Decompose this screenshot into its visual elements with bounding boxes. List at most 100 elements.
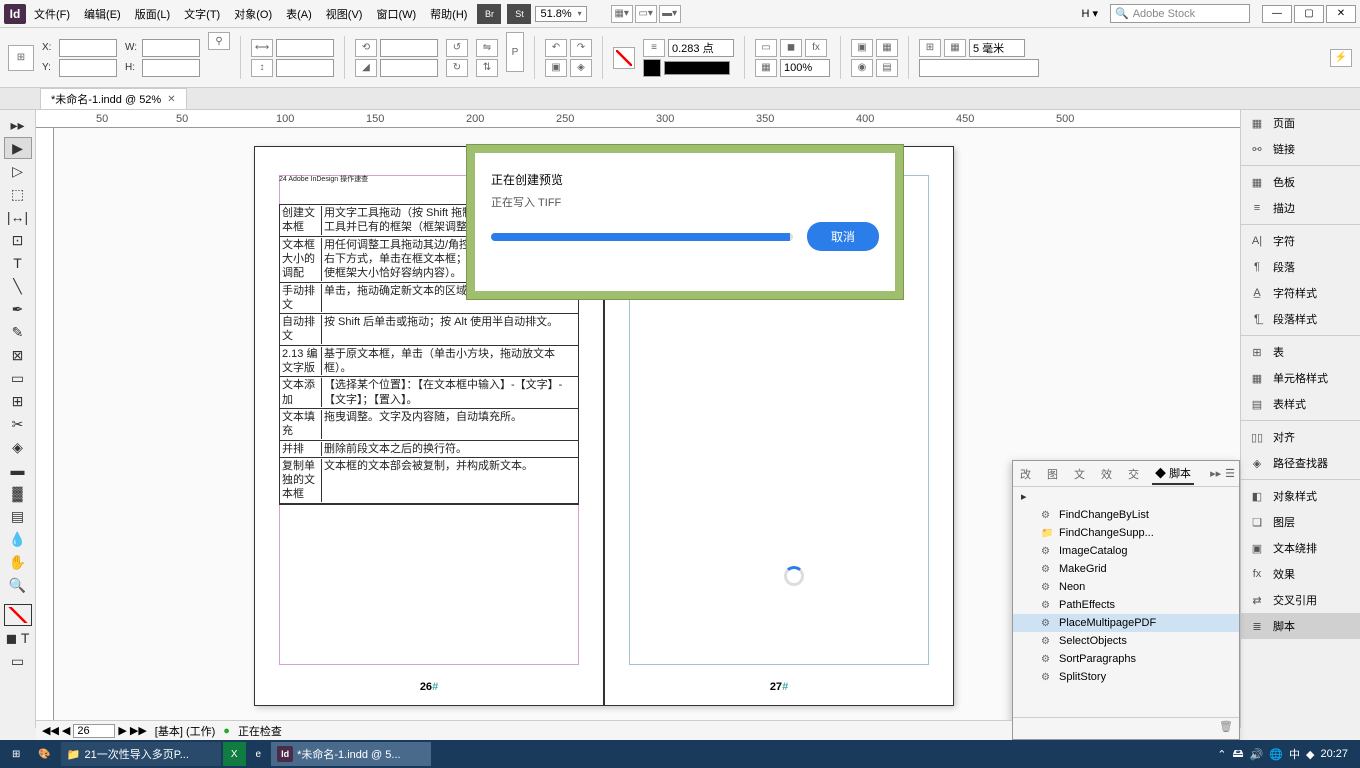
undo-icon[interactable]: ↶ [545,39,567,57]
dock-char-style[interactable]: A̲字符样式 [1241,280,1360,306]
dock-pages[interactable]: ▦页面 [1241,110,1360,136]
dock-xref[interactable]: ⇄交叉引用 [1241,587,1360,613]
constrain-icon[interactable]: ⚲ [208,32,230,50]
stroke-color-icon[interactable] [643,59,661,77]
menu-window[interactable]: 窗口(W) [370,3,422,25]
menu-file[interactable]: 文件(F) [28,3,76,25]
direct-selection-tool[interactable]: ▷ [4,160,32,182]
view-options-icon[interactable]: ▦▾ [611,5,633,23]
dock-scripts[interactable]: ≣脚本 [1241,613,1360,639]
shear-input[interactable] [380,59,438,77]
drop-shadow-icon[interactable]: ◼ [780,39,802,57]
menu-help[interactable]: 帮助(H) [424,3,473,25]
start-button[interactable]: ⊞ [4,742,28,766]
pen-tool[interactable]: ✒ [4,298,32,320]
page-back-icon[interactable]: ◀ [62,724,70,737]
script-item-selected[interactable]: ⚙PlaceMultipagePDF [1013,614,1239,632]
dock-para-style[interactable]: ¶̲段落样式 [1241,306,1360,332]
close-button[interactable]: ✕ [1326,5,1356,23]
object-style-select[interactable] [919,59,1039,77]
gradient-swatch-tool[interactable]: ▬ [4,459,32,481]
scissors-tool[interactable]: ✂ [4,413,32,435]
menu-object[interactable]: 对象(O) [228,3,278,25]
flip-h-icon[interactable]: ⇋ [476,39,498,57]
zoom-level[interactable]: 51.8% [535,6,586,22]
tray-volume-icon[interactable]: 🔊 [1250,748,1264,761]
scale-y-icon[interactable]: ↕ [251,59,273,77]
grid-tool[interactable]: ⊞ [4,390,32,412]
dock-cell-style[interactable]: ▦单元格样式 [1241,365,1360,391]
taskbar-app-indesign[interactable]: Id*未命名-1.indd @ 5... [271,742,431,766]
grid-frame-icon[interactable]: ⊞ [919,39,941,57]
stroke-style-select[interactable] [664,61,730,75]
vertical-ruler[interactable] [36,128,54,728]
redo-icon[interactable]: ↷ [570,39,592,57]
script-item[interactable]: ⚙SplitStory [1013,668,1239,686]
shear-icon[interactable]: ◢ [355,59,377,77]
x-input[interactable] [59,39,117,57]
script-item[interactable]: ⚙MakeGrid [1013,560,1239,578]
fill-icon[interactable] [613,47,635,69]
maximize-button[interactable]: ▢ [1294,5,1324,23]
taskbar-ie-icon[interactable]: e [248,742,270,766]
panel-tab-1[interactable]: 改 [1017,464,1034,484]
panel-tab-2[interactable]: 图 [1044,464,1061,484]
tray-ime-icon[interactable]: 中 [1289,746,1300,762]
cancel-button[interactable]: 取消 [807,222,879,251]
bridge-icon[interactable]: Br [477,4,501,24]
text-wrap-jump-icon[interactable]: ▤ [876,59,898,77]
tray-hdd-icon[interactable]: 🖴 [1232,745,1243,764]
dock-character[interactable]: A|字符 [1241,228,1360,254]
panel-tab-5[interactable]: 交 [1125,464,1142,484]
workspace-status[interactable]: [基本] (工作) [155,723,216,739]
script-item[interactable]: ⚙SelectObjects [1013,632,1239,650]
stroke-weight-input[interactable] [668,39,734,57]
document-tab[interactable]: *未命名-1.indd @ 52% ✕ [40,88,187,109]
rotate-ccw-icon[interactable]: ↺ [446,39,468,57]
gradient-feather-tool[interactable]: ▓ [4,482,32,504]
effects-icon[interactable]: ▭ [755,39,777,57]
screen-mode-icon[interactable]: ▭▾ [635,5,657,23]
zoom-tool[interactable]: 🔍 [4,574,32,596]
opacity-input[interactable] [780,59,830,77]
script-folder-expand[interactable]: ▸ [1013,487,1239,506]
script-item[interactable]: ⚙PathEffects [1013,596,1239,614]
tray-clock[interactable]: 20:27 [1320,748,1348,760]
menu-view[interactable]: 视图(V) [320,3,369,25]
dock-links[interactable]: ⚯链接 [1241,136,1360,162]
tray-app-icon[interactable]: ◆ [1306,748,1314,761]
menu-edit[interactable]: 编辑(E) [78,3,127,25]
note-tool[interactable]: ▤ [4,505,32,527]
flip-v-icon[interactable]: ⇅ [476,59,498,77]
format-container-icon[interactable]: ◼ T [4,627,32,649]
page-tool[interactable]: ⬚ [4,183,32,205]
taskbar-app-explorer[interactable]: 📁21一次性导入多页P... [61,742,221,766]
y-input[interactable] [59,59,117,77]
text-wrap-none-icon[interactable]: ▣ [851,39,873,57]
panel-tab-4[interactable]: 效 [1098,464,1115,484]
page-prev-icon[interactable]: ◀◀ [42,724,59,737]
scale-x-icon[interactable]: ⟷ [251,39,273,57]
menu-table[interactable]: 表(A) [280,3,318,25]
pencil-tool[interactable]: ✎ [4,321,32,343]
scale-x-input[interactable] [276,39,334,57]
horizontal-ruler[interactable]: 50 50 100 150 200 250 300 350 400 450 50… [36,110,1240,128]
scripts-list[interactable]: ▸ ⚙FindChangeByList 📁FindChangeSupp... ⚙… [1013,487,1239,717]
trash-icon[interactable]: 🗑 [1219,720,1233,735]
text-wrap-bound-icon[interactable]: ▦ [876,39,898,57]
content-select-icon[interactable]: ◈ [570,59,592,77]
dock-table-style[interactable]: ▤表样式 [1241,391,1360,417]
dock-layers[interactable]: ❏图层 [1241,509,1360,535]
tray-network-icon[interactable]: 🌐 [1269,748,1283,761]
rotate-icon[interactable]: ⟲ [355,39,377,57]
w-input[interactable] [142,39,200,57]
expand-panel-icon[interactable]: ▸▸ [4,114,32,136]
content-collector-tool[interactable]: ⊡ [4,229,32,251]
scale-y-input[interactable] [276,59,334,77]
arrange-icon[interactable]: ▬▾ [659,5,681,23]
dock-effects[interactable]: fx效果 [1241,561,1360,587]
tray-up-icon[interactable]: ⌃ [1217,748,1226,761]
grid-icon[interactable]: ▦ [944,39,966,57]
fill-stroke-icon[interactable] [4,604,32,626]
panel-tab-scripts[interactable]: ◆ 脚本 [1152,463,1194,485]
